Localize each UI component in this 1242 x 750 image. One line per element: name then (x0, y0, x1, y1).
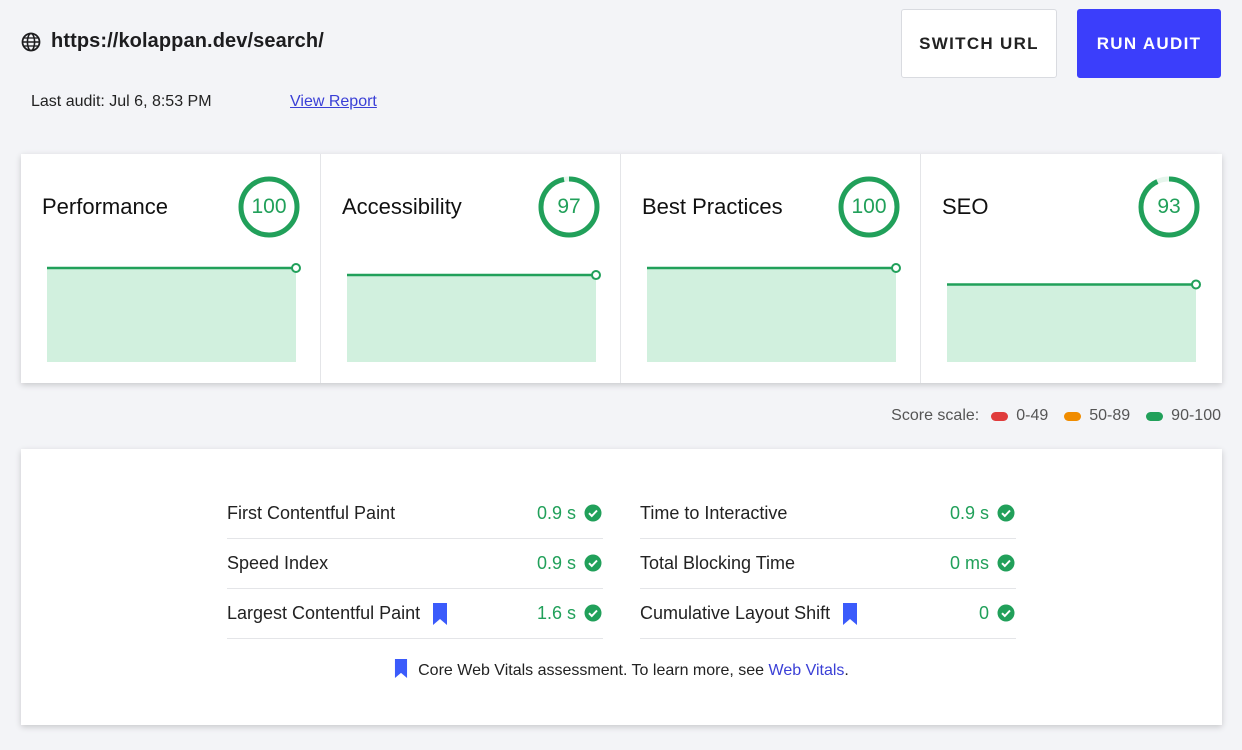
score-card-performance[interactable]: Performance 100 (21, 154, 321, 383)
legend-range-pass: 90-100 (1171, 407, 1221, 424)
audited-url: https://kolappan.dev/search/ (51, 30, 324, 52)
core-web-vitals-note: Core Web Vitals assessment. To learn mor… (21, 659, 1222, 680)
metrics-panel: First Contentful Paint 0.9 s Speed Index… (21, 449, 1222, 725)
score-card-accessibility[interactable]: Accessibility 97 (321, 154, 621, 383)
core-web-vital-bookmark-icon (843, 602, 858, 625)
note-end: . (844, 662, 849, 679)
metric-name: Speed Index (227, 553, 329, 573)
metric-row: First Contentful Paint 0.9 s (227, 489, 603, 539)
globe-icon (21, 32, 41, 51)
url-bar: https://kolappan.dev/search/ (21, 30, 324, 53)
legend-label: Score scale: (891, 407, 980, 424)
metric-value: 0.9 s (536, 503, 576, 523)
check-icon (997, 554, 1015, 572)
metric-value: 0 (978, 603, 989, 623)
trend-point (591, 270, 601, 281)
metric-value: 1.6 s (536, 603, 576, 623)
check-icon (997, 504, 1015, 522)
metric-name: Total Blocking Time (640, 553, 796, 573)
score-trend-chart (947, 279, 1201, 362)
metric-name: First Contentful Paint (227, 503, 396, 523)
metric-row: Cumulative Layout Shift 0 (640, 589, 1016, 639)
score-value: 97 (557, 195, 581, 218)
trend-point (1191, 279, 1201, 290)
card-title: SEO (942, 194, 989, 219)
core-web-vital-bookmark-icon (433, 602, 448, 625)
web-vitals-link[interactable]: Web Vitals (769, 662, 845, 679)
trend-area (47, 268, 296, 362)
bookmark-icon (395, 659, 408, 678)
card-title: Performance (42, 194, 168, 219)
score-value: 100 (851, 195, 887, 218)
run-audit-button[interactable]: RUN AUDIT (1077, 9, 1221, 78)
card-title: Best Practices (642, 194, 783, 219)
score-cards: Performance 100 Accessibility 97 Best Pr… (21, 154, 1222, 383)
legend-range-average: 50-89 (1089, 407, 1131, 424)
trend-area (647, 268, 896, 362)
score-trend-chart (347, 270, 601, 362)
score-card-best-practices[interactable]: Best Practices 100 (621, 154, 921, 383)
score-value: 93 (1157, 195, 1181, 218)
trend-point (291, 263, 301, 273)
note-text: Core Web Vitals assessment. To learn mor… (418, 662, 769, 679)
metric-value: 0.9 s (949, 503, 989, 523)
check-icon (997, 604, 1015, 622)
metric-name: Cumulative Layout Shift (640, 603, 831, 623)
trend-point (891, 263, 901, 273)
card-title: Accessibility (342, 194, 462, 219)
score-scale-legend: Score scale: 0-49 50-89 90-100 (891, 407, 1221, 425)
metric-name: Time to Interactive (640, 503, 788, 523)
trend-area (347, 275, 596, 362)
metric-row: Speed Index 0.9 s (227, 539, 603, 589)
score-card-seo[interactable]: SEO 93 (921, 154, 1222, 383)
metric-value: 0 ms (949, 553, 989, 573)
legend-swatch-pass (1146, 411, 1164, 421)
metric-row: Total Blocking Time 0 ms (640, 539, 1016, 589)
trend-area (947, 284, 1196, 362)
legend-swatch-average (1064, 411, 1082, 421)
metric-value: 0.9 s (536, 553, 576, 573)
metric-row: Largest Contentful Paint 1.6 s (227, 589, 603, 639)
metric-name: Largest Contentful Paint (227, 603, 421, 623)
legend-swatch-fail (991, 411, 1009, 421)
switch-url-button[interactable]: SWITCH URL (901, 9, 1057, 78)
check-icon (584, 504, 602, 522)
check-icon (584, 554, 602, 572)
legend-range-fail: 0-49 (1016, 407, 1049, 424)
check-icon (584, 604, 602, 622)
view-report-link[interactable]: View Report (290, 93, 377, 111)
score-value: 100 (251, 195, 287, 218)
metric-row: Time to Interactive 0.9 s (640, 489, 1016, 539)
last-audit-time: Last audit: Jul 6, 8:53 PM (31, 93, 212, 110)
score-trend-chart (647, 263, 901, 362)
score-trend-chart (47, 263, 301, 362)
